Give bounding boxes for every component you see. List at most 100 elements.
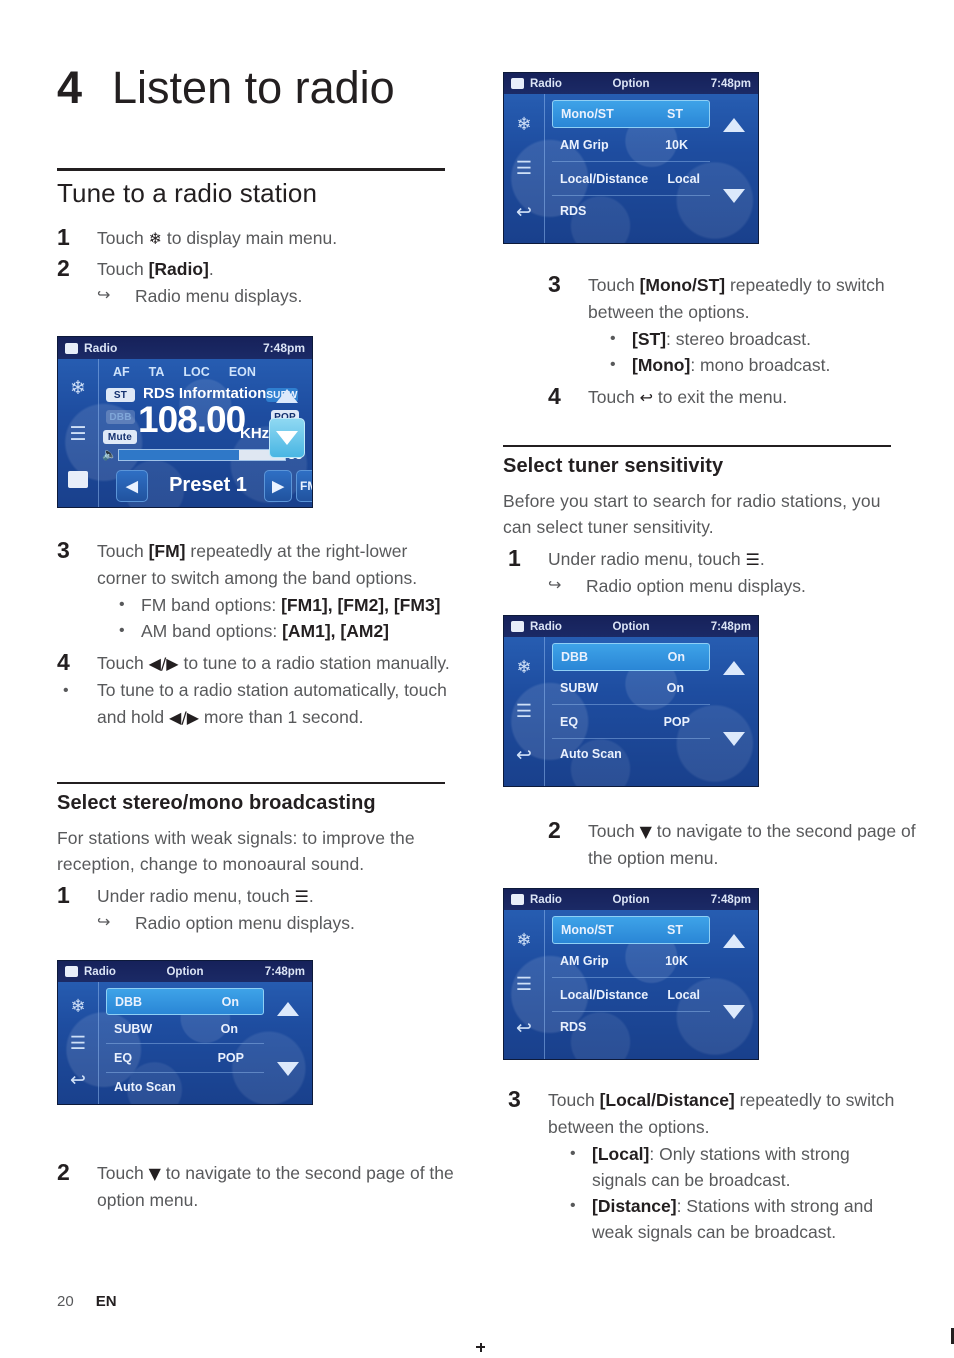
arrow-icon: ↪ — [548, 577, 562, 594]
home-icon[interactable]: ❄ — [70, 379, 86, 398]
band-button[interactable]: FM1 — [296, 470, 312, 502]
scroll-up-button[interactable] — [277, 1002, 299, 1016]
step-text-pre: Touch — [97, 228, 144, 248]
chapter-title: 4 Listen to radio — [57, 62, 395, 114]
bullet-icon: • — [610, 330, 616, 347]
back-icon[interactable]: ↩ — [516, 203, 532, 222]
lcd-titlebar: Radio Option 7:48pm — [58, 961, 312, 982]
option-value: ST — [667, 923, 683, 937]
bullet-icon: • — [570, 1197, 576, 1214]
lcd-sidebar: ❄ ☰ ↩ — [58, 982, 99, 1104]
scroll-up-button[interactable] — [723, 118, 745, 132]
step-text-post: . — [759, 549, 765, 569]
option-row-auto-scan[interactable]: Auto Scan — [552, 739, 710, 769]
option-menu-icon: ☰ — [745, 550, 760, 569]
step-number: 4 — [57, 649, 70, 675]
rds-flag-loc: LOC — [183, 365, 210, 379]
triangle-down-icon — [277, 1062, 299, 1076]
steps-3-4-tune: 3 Touch [FM] repeatedly at the right-low… — [57, 537, 457, 731]
lcd-clock: 7:48pm — [262, 341, 305, 355]
back-icon[interactable]: ↩ — [70, 1071, 86, 1090]
volume-icon: 🔈 — [102, 447, 117, 461]
step-text-post: . — [308, 886, 314, 906]
radio-main-screen: Radio 7:48pm ❄ ☰ AF TA LOC EON ST RDS In… — [57, 336, 313, 508]
option-row-mono-st[interactable]: Mono/ST ST — [552, 100, 710, 128]
rds-flag-row: AF TA LOC EON — [113, 365, 303, 379]
option-row-subw[interactable]: SUBW On — [552, 671, 710, 705]
triangle-up-icon — [723, 661, 745, 675]
option-label: AM Grip — [560, 953, 609, 968]
menu-icon[interactable]: ☰ — [516, 702, 532, 720]
option-row-eq[interactable]: EQ POP — [552, 705, 710, 739]
option-row-eq[interactable]: EQ POP — [106, 1044, 264, 1073]
manual-page: 4 Listen to radio Tune to a radio station… — [0, 0, 954, 1358]
option-row-dbb[interactable]: DBB On — [552, 643, 710, 671]
bullet-text-pre: AM band options: — [141, 621, 278, 641]
back-icon[interactable]: ↩ — [516, 1019, 532, 1038]
option-value: On — [221, 994, 239, 1009]
step-text-bold: [Mono/ST] — [639, 275, 726, 295]
bullet-text-post: : stereo broadcast. — [666, 329, 811, 349]
scroll-up-button[interactable] — [271, 382, 303, 410]
volume-fill — [119, 450, 239, 460]
page-number: 20 — [57, 1293, 74, 1310]
menu-icon[interactable]: ☰ — [70, 1034, 86, 1052]
option-row-subw[interactable]: SUBW On — [106, 1015, 264, 1044]
scroll-down-button[interactable] — [277, 1062, 299, 1076]
home-icon[interactable]: ❄ — [516, 115, 531, 133]
option-row-dbb[interactable]: DBB On — [106, 988, 264, 1015]
menu-icon[interactable]: ☰ — [516, 159, 532, 177]
radio-icon[interactable] — [68, 470, 88, 488]
scroll-up-button[interactable] — [723, 661, 745, 675]
volume-bar[interactable] — [118, 449, 286, 461]
home-icon[interactable]: ❄ — [516, 658, 531, 676]
step-1-tuner: 1 Under radio menu, touch ☰. — [503, 545, 903, 573]
step-text-pre: Touch — [97, 259, 144, 279]
menu-icon[interactable]: ☰ — [69, 425, 86, 444]
bullet-icon: • — [570, 1145, 576, 1162]
bullet-distance: • [Distance]: Stations with strong and w… — [548, 1193, 903, 1245]
home-icon[interactable]: ❄ — [516, 931, 531, 949]
step-2-result: ↪ Radio menu displays. — [97, 283, 457, 309]
scroll-down-button[interactable] — [723, 1005, 745, 1019]
scroll-down-button[interactable] — [723, 732, 745, 746]
frequency-value: 108.00 — [138, 399, 246, 440]
bullet-auto-tune: • To tune to a radio station automatical… — [57, 677, 457, 731]
lcd-center-label: Option — [612, 620, 650, 633]
section-tuner-sensitivity: Select tuner sensitivity Before you star… — [503, 445, 903, 599]
step-text-pre: Touch — [588, 387, 635, 407]
option-row-rds[interactable]: RDS — [552, 196, 710, 226]
option-label: Local/Distance — [560, 987, 649, 1002]
lcd-source-label: Radio — [84, 341, 118, 355]
option-row-local-distance[interactable]: Local/Distance Local — [552, 162, 710, 196]
option-row-auto-scan[interactable]: Auto Scan — [106, 1073, 264, 1100]
step-3-tune: 3 Touch [FM] repeatedly at the right-low… — [57, 537, 457, 592]
mute-indicator: Mute — [103, 430, 137, 444]
tune-prev-button[interactable]: ◀ — [116, 470, 148, 502]
step-text-bold: [Local/Distance] — [599, 1090, 735, 1110]
back-icon[interactable]: ↩ — [516, 746, 532, 765]
option-label: RDS — [560, 204, 587, 218]
option-row-am-grip[interactable]: AM Grip 10K — [552, 128, 710, 162]
lcd-titlebar: Radio Option 7:48pm — [504, 889, 758, 910]
frequency-unit: KHz — [240, 425, 270, 442]
scroll-up-button[interactable] — [723, 934, 745, 948]
option-row-mono-st[interactable]: Mono/ST ST — [552, 916, 710, 944]
option-row-am-grip[interactable]: AM Grip 10K — [552, 944, 710, 978]
bullet-text-bold: [Local] — [592, 1144, 650, 1164]
radio-option-page1-screen-left: Radio Option 7:48pm ❄ ☰ ↩ DBB On SUBW On — [57, 960, 313, 1105]
section-tune-to-radio: Tune to a radio station 1 Touch ❄ to dis… — [57, 168, 457, 309]
option-row-local-distance[interactable]: Local/Distance Local — [552, 978, 710, 1012]
menu-icon[interactable]: ☰ — [516, 975, 532, 993]
page-footer: 20 EN — [57, 1293, 117, 1310]
scroll-down-button[interactable] — [723, 189, 745, 203]
home-icon[interactable]: ❄ — [70, 997, 85, 1015]
triangle-up-icon — [723, 934, 745, 948]
scroll-down-button[interactable] — [269, 418, 305, 458]
bullet-mono: • [Mono]: mono broadcast. — [588, 352, 943, 378]
chapter-title-text: Listen to radio — [112, 62, 395, 113]
step-number: 2 — [57, 255, 70, 281]
option-row-list: DBB On SUBW On EQ POP Auto Scan — [106, 988, 264, 1100]
tune-next-button[interactable]: ▶ — [264, 470, 292, 502]
option-row-rds[interactable]: RDS — [552, 1012, 710, 1042]
